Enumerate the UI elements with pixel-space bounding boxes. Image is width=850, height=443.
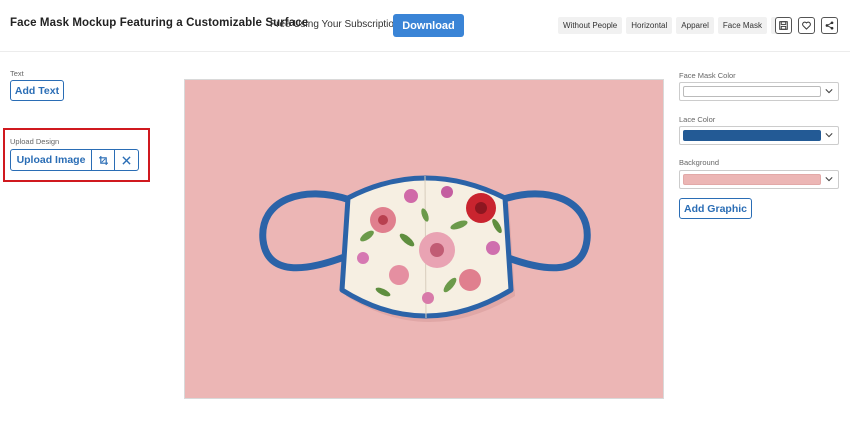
crop-icon [98,155,108,165]
tag-face-mask[interactable]: Face Mask [717,17,767,34]
close-icon [122,155,131,165]
background-label: Background [679,158,720,167]
mask-color-label: Face Mask Color [679,71,736,80]
tag-horizontal[interactable]: Horizontal [626,17,673,34]
save-button[interactable] [775,17,792,34]
upload-control: Upload Image [10,149,139,171]
top-bar: Face Mask Mockup Featuring a Customizabl… [0,0,850,52]
face-mask-image [259,175,591,322]
heart-icon [802,21,811,30]
page-title: Face Mask Mockup Featuring a Customizabl… [10,17,309,29]
add-graphic-button[interactable]: Add Graphic [679,198,752,219]
tag-list: Without People Horizontal Apparel Face M… [558,17,787,34]
favorite-button[interactable] [798,17,815,34]
chevron-down-icon [825,177,833,182]
share-icon [825,21,834,30]
upload-section-label: Upload Design [10,137,60,146]
lace-color-select[interactable] [679,126,839,145]
text-section-label: Text [10,69,24,78]
crop-button[interactable] [92,150,115,170]
lace-color-label: Lace Color [679,115,716,124]
mockup-preview[interactable] [184,79,664,399]
add-text-button[interactable]: Add Text [10,80,64,101]
tag-without-people[interactable]: Without People [558,17,623,34]
remove-image-button[interactable] [115,150,138,170]
background-color-select[interactable] [679,170,839,189]
save-icon [779,21,788,30]
chevron-down-icon [825,89,833,94]
download-button[interactable]: Download [393,14,464,37]
subscription-note: Free Using Your Subscription! [270,19,403,30]
background-color-swatch [683,174,821,185]
share-button[interactable] [821,17,838,34]
lace-color-swatch [683,130,821,141]
mask-color-select[interactable] [679,82,839,101]
mask-color-swatch [683,86,821,97]
tag-apparel[interactable]: Apparel [676,17,714,34]
upload-image-button[interactable]: Upload Image [11,150,92,170]
chevron-down-icon [825,133,833,138]
